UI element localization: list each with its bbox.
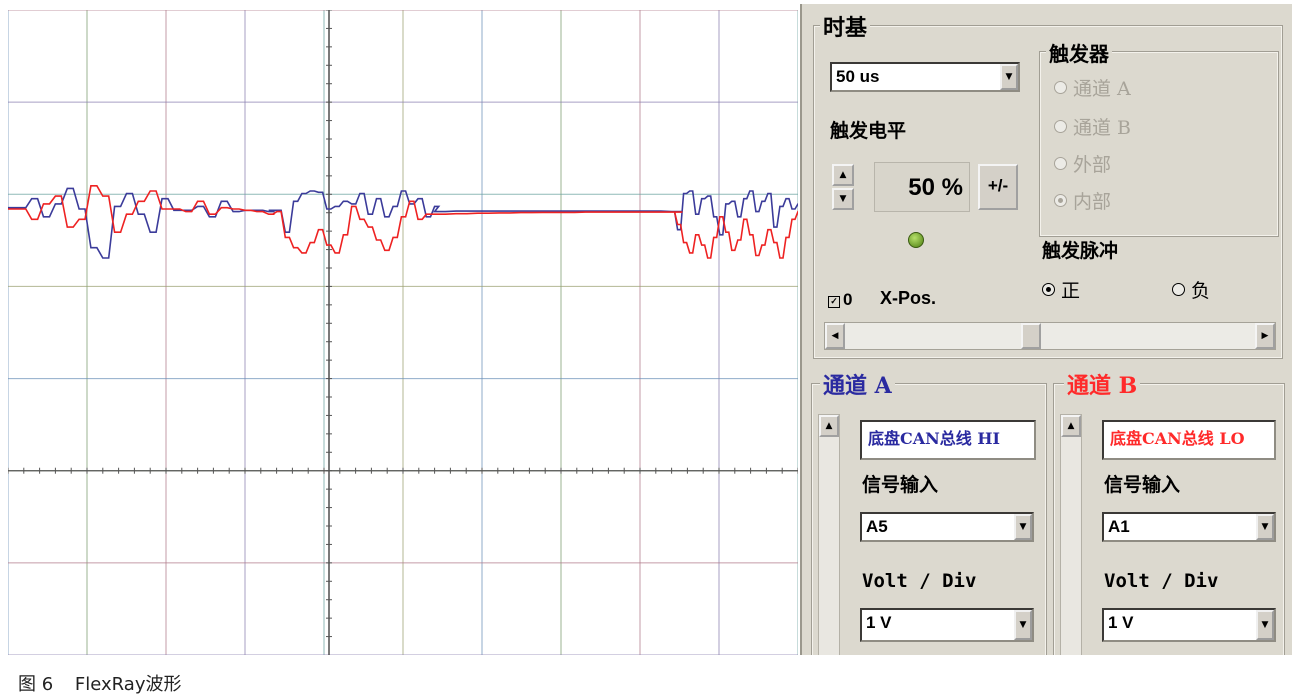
xpos-slider[interactable]: ◀ ▶ [824, 322, 1276, 350]
trigger-title: 触发器 [1046, 42, 1112, 66]
channel-a-volt-select[interactable]: 1 V ▼ [860, 608, 1034, 642]
spin-up-icon[interactable]: ▲ [832, 164, 854, 186]
chevron-down-icon[interactable]: ▼ [1014, 610, 1032, 640]
radio-icon [1054, 194, 1067, 207]
timebase-select[interactable]: 50 us ▼ [830, 62, 1020, 92]
pulse-option-negative[interactable]: 负 [1172, 280, 1210, 302]
channel-b-title: 通道 B [1064, 374, 1141, 398]
slider-thumb[interactable] [1021, 323, 1042, 349]
xpos-label: X-Pos. [880, 288, 937, 308]
checkbox-icon: ✓ [828, 296, 840, 308]
channel-a-volt-value: 1 V [866, 613, 892, 632]
trigger-pulse-title: 触发脉冲 [1042, 240, 1119, 262]
oscilloscope-display [8, 10, 798, 655]
scroll-up-icon[interactable]: ▲ [1061, 415, 1081, 437]
channel-b-volt-label: Volt / Div [1104, 570, 1219, 592]
trigger-option-channel-b[interactable]: 通道 B [1054, 117, 1131, 139]
figure-caption: 图 6 FlexRay波形 [18, 670, 181, 696]
scroll-right-icon[interactable]: ▶ [1255, 323, 1275, 349]
figure-number: 图 6 [18, 674, 54, 695]
channel-b-scrollbar[interactable]: ▲ [1060, 414, 1082, 655]
radio-icon [1042, 283, 1055, 296]
channel-a-signal-label: 信号输入 [862, 474, 939, 496]
radio-icon [1054, 81, 1067, 94]
channel-b-volt-value: 1 V [1108, 613, 1134, 632]
chevron-down-icon[interactable]: ▼ [1014, 514, 1032, 540]
timebase-title: 时基 [820, 16, 871, 40]
xpos-checkbox-value: 0 [843, 290, 853, 309]
radio-icon [1054, 120, 1067, 133]
channel-a-volt-label: Volt / Div [862, 570, 977, 592]
trigger-option-channel-a[interactable]: 通道 A [1054, 78, 1131, 100]
xpos-checkbox[interactable]: ✓ 0 [828, 290, 852, 310]
trigger-level-value: 50 % [874, 162, 970, 212]
trigger-option-internal[interactable]: 内部 [1054, 191, 1111, 213]
channel-a-title: 通道 A [820, 374, 895, 398]
radio-icon [1172, 283, 1185, 296]
channel-b-volt-select[interactable]: 1 V ▼ [1102, 608, 1276, 642]
timebase-value: 50 us [836, 67, 880, 86]
channel-a-name[interactable]: 底盘CAN总线 HI [860, 420, 1036, 460]
chevron-down-icon[interactable]: ▼ [1256, 514, 1274, 540]
trigger-led-icon [908, 232, 924, 248]
channel-a-signal-select[interactable]: A5 ▼ [860, 512, 1034, 542]
spin-down-icon[interactable]: ▼ [832, 188, 854, 210]
chevron-down-icon[interactable]: ▼ [1256, 610, 1274, 640]
plusminus-button[interactable]: +/- [978, 164, 1018, 210]
channel-b-signal-select[interactable]: A1 ▼ [1102, 512, 1276, 542]
radio-icon [1054, 157, 1067, 170]
waveform-plot [8, 10, 798, 655]
control-panel: 时基 50 us ▼ 触发电平 ▲ ▼ 50 % +/- 触发器 通道 A 通道… [800, 4, 1292, 655]
scroll-left-icon[interactable]: ◀ [825, 323, 845, 349]
channel-a-signal-value: A5 [866, 517, 888, 536]
trigger-level-label: 触发电平 [830, 120, 907, 142]
channel-b-signal-value: A1 [1108, 517, 1130, 536]
scroll-up-icon[interactable]: ▲ [819, 415, 839, 437]
channel-b-name[interactable]: 底盘CAN总线 LO [1102, 420, 1276, 460]
channel-a-scrollbar[interactable]: ▲ [818, 414, 840, 655]
trigger-option-external[interactable]: 外部 [1054, 154, 1111, 176]
pulse-option-positive[interactable]: 正 [1042, 280, 1080, 302]
channel-b-signal-label: 信号输入 [1104, 474, 1181, 496]
chevron-down-icon[interactable]: ▼ [1000, 64, 1018, 90]
figure-title: FlexRay波形 [74, 674, 182, 695]
